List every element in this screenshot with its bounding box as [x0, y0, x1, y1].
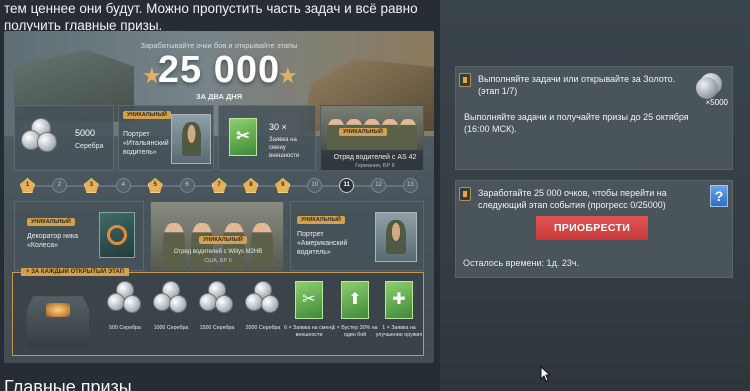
banner-points: 25 000	[157, 49, 281, 91]
banner-period: ЗА ДВА ДНЯ	[195, 92, 243, 101]
reward-sublabel: Германия, БР II	[355, 163, 395, 169]
article-area: тем ценнее они будут. Можно пропустить ч…	[0, 0, 440, 391]
reward-caption: 2000 Серебра	[245, 325, 281, 331]
silver-coins-icon	[107, 281, 143, 317]
reward-value: 5000	[75, 128, 96, 138]
unique-badge: УНИКАЛЬНЫЙ	[123, 111, 171, 119]
intro-text: тем ценнее они будут. Можно пропустить ч…	[4, 1, 418, 33]
task-card-points: Заработайте 25 000 очков, чтобы перейти …	[455, 180, 733, 278]
stage-reward-booster[interactable]: ⬆ 1 × Бустер 30% на один бой	[332, 281, 378, 338]
stage-marker-5[interactable]: 5	[147, 178, 163, 193]
reward-label: Заявка на смену внешности	[269, 137, 300, 159]
reward-card-appearance[interactable]: ✂ 30 × Заявка на смену внешности	[218, 105, 316, 171]
stage-reward-silver-2000[interactable]: 2000 Серебра	[243, 281, 283, 331]
weapon-upgrade-icon: ✚	[385, 281, 413, 319]
stage-marker-13[interactable]: 13	[403, 178, 418, 193]
stage-marker-8[interactable]: 8	[243, 178, 259, 193]
appearance-ticket-icon: ✂	[229, 118, 257, 156]
unique-badge: УНИКАЛЬНЫЙ	[199, 236, 247, 244]
stage-reward-weapon-upgrade[interactable]: ✚ 1 × Заявка на улучшение оружия	[376, 281, 422, 338]
reward-card-squad-willys[interactable]: УНИКАЛЬНЫЙ Отряд водителей с Willys M2HB…	[150, 201, 284, 271]
reward-value: 30 ×	[269, 122, 287, 132]
stage-marker-2[interactable]: 2	[51, 178, 67, 193]
stage-marker-4[interactable]: 4	[115, 178, 131, 193]
reward-label: Серебра	[75, 143, 104, 150]
unique-badge: УНИКАЛЬНЫЙ	[27, 218, 75, 226]
reward-caption: 1000 Серебра	[153, 325, 189, 331]
reward-caption: 500 Серебра	[109, 325, 141, 331]
silver-coins-icon	[21, 118, 59, 156]
stage-track: 1 2 3 4 5 6 7 8 9 10 11 12 13	[14, 176, 424, 196]
task-card-gold: Выполняйте задачи или открывайте за Золо…	[455, 66, 733, 170]
stage-reward-appearance[interactable]: ✂ 6 × Заявка на смену внешности	[284, 281, 334, 338]
chest-icon	[27, 296, 89, 349]
reward-card-squad-as42[interactable]: УНИКАЛЬНЫЙ Отряд водителей с AS 42 Герма…	[320, 105, 424, 171]
mouse-cursor-icon	[540, 366, 550, 382]
portrait-image	[171, 114, 211, 164]
stage-reward-silver-500[interactable]: 500 Серебра	[105, 281, 145, 331]
stage-marker-9[interactable]: 9	[275, 178, 291, 193]
silver-coins-icon	[153, 281, 189, 317]
stage-marker-1[interactable]: 1	[20, 178, 35, 193]
star-icon: ★	[278, 63, 298, 88]
booster-arrow-icon: ⬆	[341, 281, 369, 319]
reward-label: Отряд водителей с Willys M2HB	[173, 249, 263, 255]
silver-coins-icon	[199, 281, 235, 317]
reward-sublabel: США, БР II	[204, 258, 232, 264]
portrait-image	[375, 212, 417, 262]
per-stage-label: + ЗА КАЖДЫЙ ОТКРЫТЫЙ ЭТАП	[21, 268, 129, 276]
stage-marker-11[interactable]: 11	[339, 178, 355, 193]
unique-badge: УНИКАЛЬНЫЙ	[297, 216, 345, 224]
reward-card-portrait-american[interactable]: УНИКАЛЬНЫЙ Портрет «Американский водител…	[290, 201, 424, 271]
event-banner: Зарабатывайте очки боя и открывайте этап…	[4, 31, 434, 363]
reward-label: Отряд водителей с AS 42	[333, 154, 417, 161]
reward-label: Портрет «Итальянский водитель»	[123, 131, 169, 156]
stage-reward-silver-1500[interactable]: 1500 Серебра	[197, 281, 237, 331]
stage-marker-10[interactable]: 10	[307, 178, 323, 193]
reward-caption: 1500 Серебра	[199, 325, 235, 331]
time-remaining: Осталось времени: 1д. 23ч.	[463, 258, 580, 268]
task-body: Выполняйте задачи и получайте призы до 2…	[464, 112, 689, 134]
task-title: Заработайте 25 000 очков, чтобы перейти …	[478, 188, 667, 210]
per-stage-rewards: + ЗА КАЖДЫЙ ОТКРЫТЫЙ ЭТАП 500 Серебра 10…	[12, 268, 424, 356]
buy-button[interactable]: ПРИОБРЕСТИ	[536, 216, 648, 240]
unique-badge: УНИКАЛЬНЫЙ	[339, 128, 387, 136]
reward-caption: 1 × Заявка на улучшение оружия	[375, 325, 423, 338]
task-icon	[459, 187, 471, 201]
stage-marker-6[interactable]: 6	[179, 178, 195, 193]
reward-card-nickname-decorator[interactable]: УНИКАЛЬНЫЙ Декоратор ника «Колеса»	[14, 201, 144, 271]
main-prizes-heading: Главные призы	[4, 377, 132, 391]
stage-reward-silver-1000[interactable]: 1000 Серебра	[151, 281, 191, 331]
reward-quantity: ×5000	[705, 98, 728, 107]
silver-coins-icon	[245, 281, 281, 317]
silver-reward-icon[interactable]: ×5000	[692, 71, 728, 107]
stage-marker-12[interactable]: 12	[371, 178, 387, 193]
tasks-panel: Выполняйте задачи или открывайте за Золо…	[440, 0, 750, 391]
reward-label: Декоратор ника «Колеса»	[27, 233, 79, 249]
reward-card-portrait-italian[interactable]: УНИКАЛЬНЫЙ Портрет «Итальянский водитель…	[118, 105, 214, 171]
reward-label: Портрет «Американский водитель»	[297, 231, 348, 256]
reward-card-silver[interactable]: 5000 Серебра	[14, 105, 114, 171]
task-icon	[459, 73, 471, 87]
task-title: Выполняйте задачи или открывайте за Золо…	[478, 74, 676, 96]
stage-marker-3[interactable]: 3	[83, 178, 99, 193]
reward-caption: 6 × Заявка на смену внешности	[284, 325, 334, 338]
stage-marker-7[interactable]: 7	[211, 178, 227, 193]
appearance-ticket-icon: ✂	[295, 281, 323, 319]
wheels-decorator-icon	[99, 212, 135, 258]
help-question-icon[interactable]: ?	[710, 185, 728, 207]
